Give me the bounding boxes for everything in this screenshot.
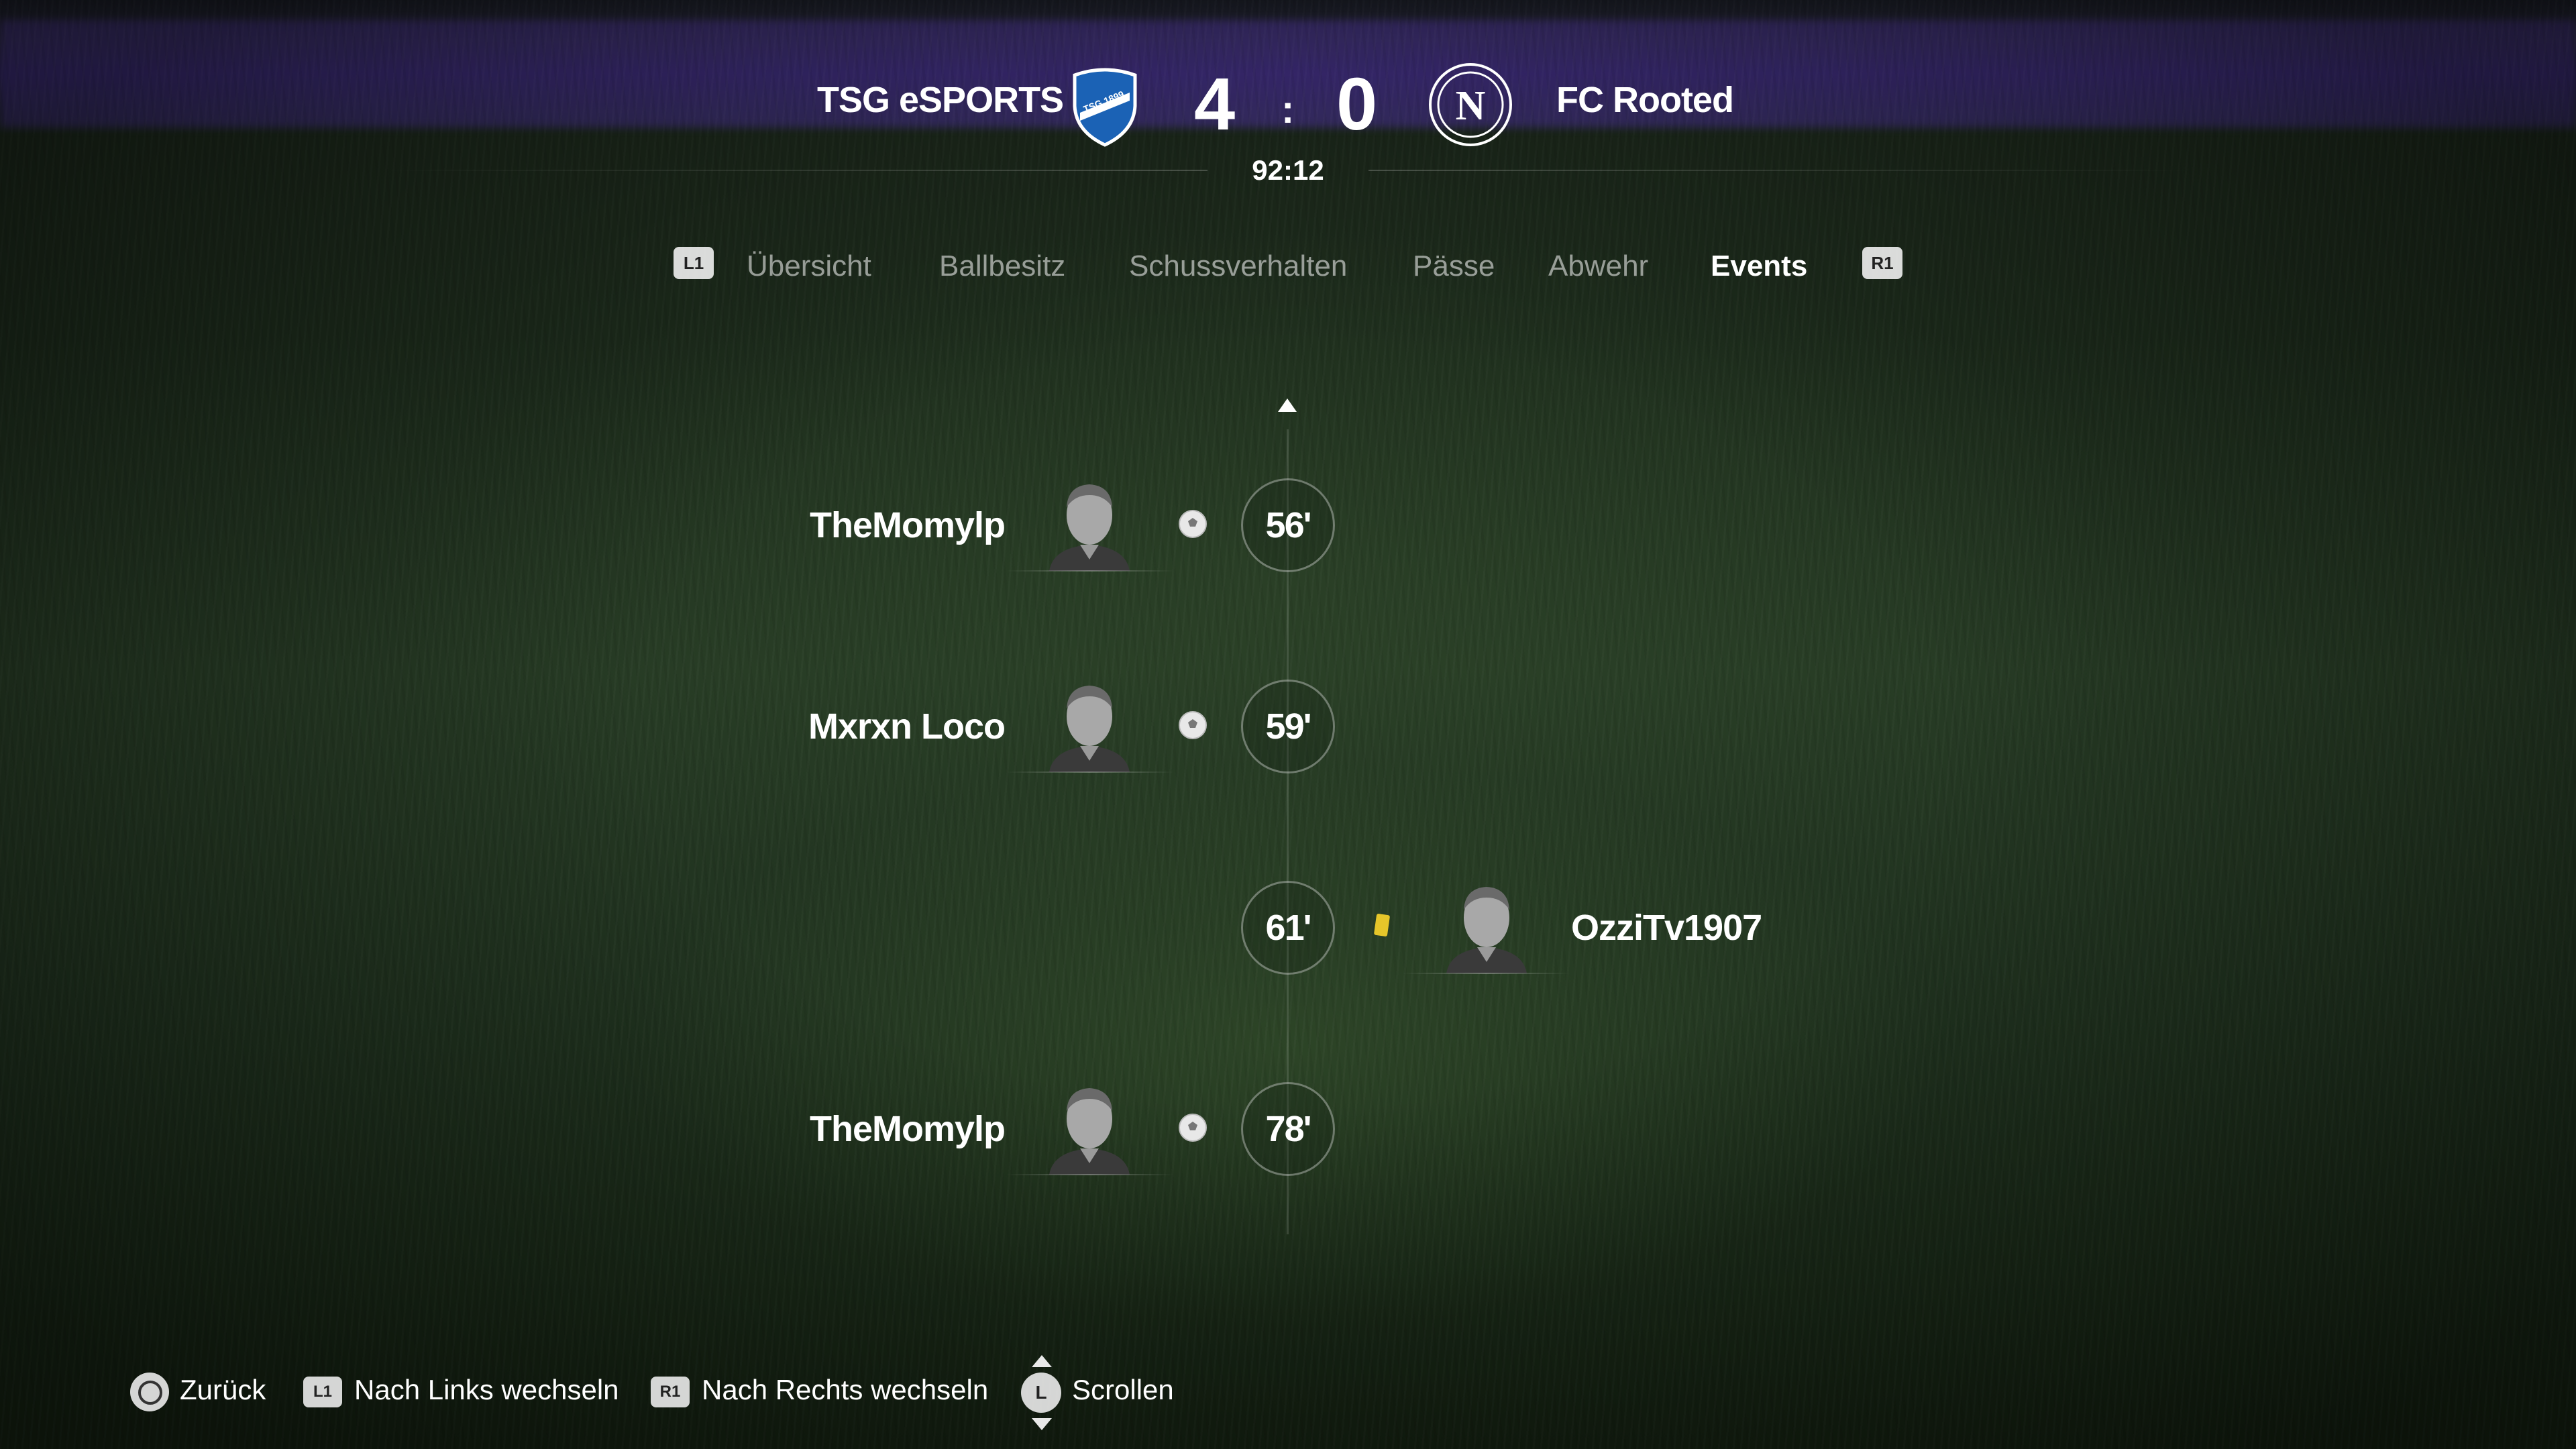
away-crest-letter: N (1456, 83, 1486, 129)
event-player-name: TheMomylp (809, 1109, 1006, 1149)
home-team-crest-icon: TSG 1899 (1073, 68, 1137, 147)
r1-button-icon[interactable]: R1 (1862, 247, 1902, 279)
switch-left-hint[interactable]: Nach Links wechseln (354, 1374, 619, 1406)
score-separator: : (1281, 88, 1295, 131)
back-hint[interactable]: Zurück (180, 1374, 266, 1406)
tab-shooting[interactable]: Schussverhalten (1129, 250, 1347, 283)
yellow-card-icon (1374, 914, 1390, 936)
left-stick-icon[interactable]: L (1021, 1373, 1061, 1413)
event-player-name: OzziTv1907 (1571, 908, 1762, 948)
l1-button-icon[interactable]: L1 (303, 1377, 342, 1407)
player-avatar-icon (1049, 686, 1130, 772)
tab-overview[interactable]: Übersicht (747, 250, 871, 283)
home-score: 4 (1194, 63, 1236, 146)
stick-up-arrow-icon (1032, 1355, 1052, 1367)
tab-events[interactable]: Events (1711, 250, 1807, 283)
event-minute: 59' (1241, 680, 1335, 773)
away-team-name: FC Rooted (1556, 80, 1734, 120)
player-avatar-icon (1446, 887, 1527, 973)
event-minute: 78' (1241, 1082, 1335, 1176)
tab-possession[interactable]: Ballbesitz (939, 250, 1065, 283)
avatar-underline (1006, 771, 1174, 773)
home-team-name: TSG eSPORTS (817, 80, 1064, 120)
match-clock: 92:12 (1252, 154, 1324, 186)
scoreboard-divider-right (1368, 170, 2194, 171)
event-player-name: Mxrxn Loco (808, 706, 1006, 747)
r1-button-icon[interactable]: R1 (651, 1377, 690, 1407)
switch-right-hint[interactable]: Nach Rechts wechseln (702, 1374, 988, 1406)
player-avatar-icon (1049, 1088, 1130, 1175)
goal-icon (1179, 1114, 1207, 1142)
goal-icon (1179, 711, 1207, 739)
l1-button-icon[interactable]: L1 (674, 247, 714, 279)
event-minute: 56' (1241, 478, 1335, 572)
event-minute: 61' (1241, 881, 1335, 975)
player-avatar-icon (1049, 484, 1130, 571)
scoreboard-divider-left (382, 170, 1208, 171)
circle-button-icon[interactable] (130, 1373, 169, 1411)
scroll-hint[interactable]: Scrollen (1072, 1374, 1174, 1406)
away-team-crest-icon: N (1429, 63, 1512, 146)
tab-defense[interactable]: Abwehr (1548, 250, 1648, 283)
away-score: 0 (1336, 63, 1378, 146)
avatar-underline (1006, 1174, 1174, 1175)
event-player-name: TheMomylp (809, 505, 1006, 545)
scroll-up-arrow-icon (1278, 398, 1297, 412)
avatar-underline (1402, 973, 1570, 974)
stick-down-arrow-icon (1032, 1418, 1052, 1430)
tab-passes[interactable]: Pässe (1413, 250, 1495, 283)
goal-icon (1179, 510, 1207, 538)
avatar-underline (1006, 570, 1174, 572)
